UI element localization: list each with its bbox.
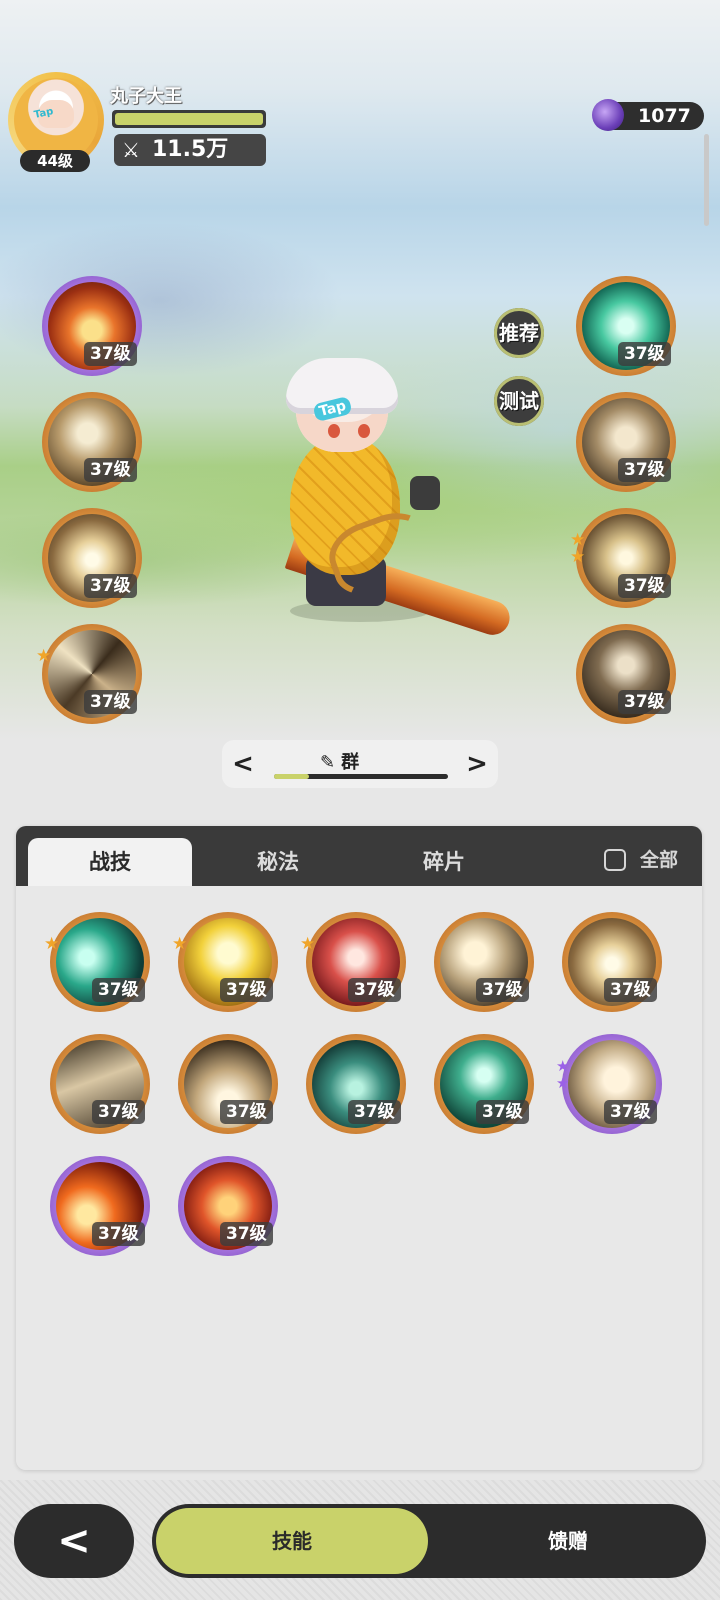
skill-item[interactable]: 37级 <box>434 1034 534 1134</box>
edit-pencil-icon: ✎ <box>320 752 336 773</box>
equipped-skill-right-1[interactable]: 37级 <box>576 276 676 376</box>
show-all-label[interactable]: 全部 <box>640 842 678 878</box>
back-button[interactable]: < <box>14 1504 134 1578</box>
character-eye <box>328 424 340 438</box>
hp-bar <box>112 110 266 128</box>
skill-level: 37级 <box>84 574 137 598</box>
skill-level: 37级 <box>92 1100 145 1124</box>
equipped-skill-left-4[interactable]: ★ 37级 <box>36 624 142 724</box>
skill-item[interactable]: 37级 <box>562 912 662 1012</box>
skill-level: 37级 <box>84 690 137 714</box>
player-level-badge: 44级 <box>20 150 90 172</box>
star-icon: ★ ★ <box>556 1057 570 1092</box>
tab-secret-arts[interactable]: 秘法 <box>196 838 360 886</box>
combat-power-value: 11.5万 <box>152 137 229 162</box>
skill-level: 37级 <box>604 1100 657 1124</box>
skill-level: 37级 <box>348 1100 401 1124</box>
star-icon: ★ ★ <box>570 530 586 567</box>
mode-switch: 技能 馈赠 <box>152 1504 706 1578</box>
skill-item[interactable]: ★ 37级 <box>300 912 406 1012</box>
skill-level: 37级 <box>618 342 671 366</box>
next-set-button[interactable]: > <box>462 746 492 782</box>
category-tabs: 战技 秘法 碎片 全部 <box>16 826 702 886</box>
equipped-skill-left-2[interactable]: 37级 <box>42 392 142 492</box>
skill-level: 37级 <box>220 1222 273 1246</box>
skill-grid: ★ 37级 ★ 37级 ★ 37级 37级 37级 37级 37级 37级 37… <box>16 886 702 1470</box>
skill-level: 37级 <box>92 1222 145 1246</box>
crossed-swords-icon: ⚔ <box>122 138 140 162</box>
currency-display[interactable]: 1077 <box>592 99 704 131</box>
equipped-skill-right-3[interactable]: ★ ★ 37级 <box>570 508 676 608</box>
currency-value: 1077 <box>638 105 691 127</box>
show-all-checkbox[interactable] <box>604 849 626 871</box>
skill-level: 37级 <box>618 690 671 714</box>
combat-power: ⚔ 11.5万 <box>114 134 266 166</box>
player-name: 丸子大王 <box>110 86 182 107</box>
skill-level: 37级 <box>604 978 657 1002</box>
skills-mode-button[interactable]: 技能 <box>156 1508 428 1574</box>
skill-inventory-panel: 战技 秘法 碎片 全部 ★ 37级 ★ 37级 ★ 37级 37级 37级 37… <box>16 826 702 1470</box>
skill-item[interactable]: ★ 37级 <box>44 912 150 1012</box>
skill-item[interactable]: 37级 <box>306 1034 406 1134</box>
skill-set-progress <box>274 774 448 779</box>
purple-gem-icon <box>592 99 624 131</box>
skill-set-name: 群 <box>341 752 360 773</box>
skill-level: 37级 <box>220 978 273 1002</box>
skill-level: 37级 <box>618 574 671 598</box>
skill-item[interactable]: ★ ★ 37级 <box>556 1034 662 1134</box>
back-arrow-icon: < <box>57 1518 91 1564</box>
equipped-skill-left-3[interactable]: 37级 <box>42 508 142 608</box>
skill-set-pager: < ✎ 群 > <box>222 740 498 788</box>
scrollbar[interactable] <box>704 134 709 226</box>
skill-level: 37级 <box>84 458 137 482</box>
skill-level: 37级 <box>84 342 137 366</box>
hp-bar-fill <box>115 113 263 125</box>
skill-level: 37级 <box>92 978 145 1002</box>
skill-item[interactable]: 37级 <box>50 1156 150 1256</box>
skill-set-title[interactable]: ✎ 群 <box>320 748 440 774</box>
skill-item[interactable]: 37级 <box>178 1156 278 1256</box>
skill-set-progress-fill <box>274 774 309 779</box>
tab-combat-skills[interactable]: 战技 <box>28 838 192 886</box>
tab-fragments[interactable]: 碎片 <box>362 838 526 886</box>
character-eye <box>358 424 370 438</box>
equipped-skill-right-2[interactable]: 37级 <box>576 392 676 492</box>
character-fist <box>410 476 440 510</box>
star-icon: ★ <box>44 934 60 954</box>
equipped-skill-left-1[interactable]: 37级 <box>42 276 142 376</box>
skill-level: 37级 <box>476 1100 529 1124</box>
skill-item[interactable]: 37级 <box>50 1034 150 1134</box>
skill-level: 37级 <box>348 978 401 1002</box>
skill-level: 37级 <box>220 1100 273 1124</box>
star-icon: ★ <box>36 646 52 666</box>
prev-set-button[interactable]: < <box>228 746 258 782</box>
skill-item[interactable]: 37级 <box>178 1034 278 1134</box>
star-icon: ★ <box>300 934 316 954</box>
star-icon: ★ <box>172 934 188 954</box>
skill-level: 37级 <box>618 458 671 482</box>
equipped-skill-right-4[interactable]: 37级 <box>576 624 676 724</box>
skill-item[interactable]: ★ 37级 <box>172 912 278 1012</box>
skill-level: 37级 <box>476 978 529 1002</box>
gifts-mode-button[interactable]: 馈赠 <box>434 1508 702 1574</box>
skill-item[interactable]: 37级 <box>434 912 534 1012</box>
player-character[interactable]: Tap <box>250 350 530 640</box>
